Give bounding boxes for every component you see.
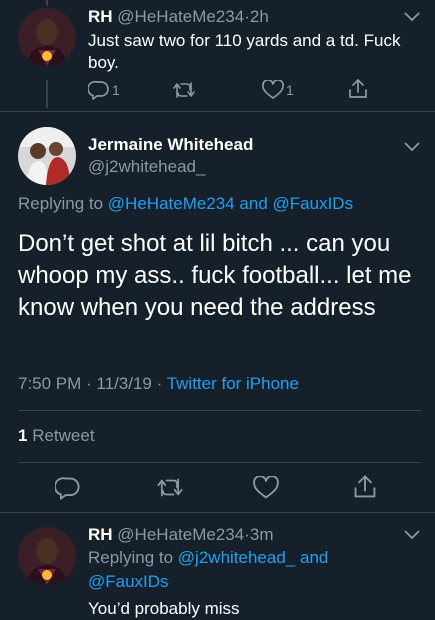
handle[interactable]: @HeHateMe234 xyxy=(117,525,244,544)
share-icon xyxy=(354,475,376,498)
timestamp[interactable]: 3m xyxy=(250,525,274,544)
reply-icon xyxy=(55,477,80,500)
handle[interactable]: @HeHateMe234 xyxy=(117,7,244,26)
tweet-header: RH @HeHateMe234·2h xyxy=(88,6,269,28)
share-icon xyxy=(349,79,367,98)
chevron-down-icon[interactable] xyxy=(403,11,421,23)
retweet-icon xyxy=(173,82,195,98)
divider xyxy=(0,512,435,513)
replying-and: and xyxy=(239,194,268,213)
thread-line xyxy=(46,80,48,108)
display-name[interactable]: Jermaine Whitehead xyxy=(88,135,253,155)
retweet-stats[interactable]: 1 Retweet xyxy=(18,426,95,446)
retweet-button[interactable] xyxy=(156,477,184,498)
like-button[interactable]: 1 xyxy=(262,80,294,100)
avatar[interactable] xyxy=(18,527,76,585)
retweet-button[interactable] xyxy=(172,81,196,99)
mention-link[interactable]: @FauxIDs xyxy=(273,194,354,213)
chevron-down-icon[interactable] xyxy=(403,141,421,153)
reply-count: 1 xyxy=(112,82,120,98)
replying-prefix: Replying to xyxy=(88,548,174,567)
tweet-thread: RH @HeHateMe234·2h Just saw two for 110 … xyxy=(0,0,435,620)
divider xyxy=(18,410,421,411)
like-icon xyxy=(253,476,279,499)
divider xyxy=(18,462,421,463)
chevron-down-icon[interactable] xyxy=(403,529,421,541)
divider xyxy=(0,111,435,112)
avatar[interactable] xyxy=(18,127,76,185)
replying-to: Replying to @j2whitehead_ and @FauxIDs xyxy=(88,546,408,594)
thread-line-top xyxy=(46,0,48,6)
avatar[interactable] xyxy=(18,8,76,66)
tweet-timestamp[interactable]: 7:50 PM · 11/3/19 · xyxy=(18,374,162,393)
tweet-meta: 7:50 PM · 11/3/19 · Twitter for iPhone xyxy=(18,374,299,394)
tweet-text: Just saw two for 110 yards and a td. Fuc… xyxy=(88,31,401,72)
handle[interactable]: @j2whitehead_ xyxy=(88,157,205,177)
mention-link[interactable]: @HeHateMe234 xyxy=(108,194,235,213)
reply-button[interactable] xyxy=(55,476,81,500)
retweet-count: 1 xyxy=(18,426,28,445)
tweet-header: RH @HeHateMe234·3m xyxy=(88,524,273,546)
replying-prefix: Replying to xyxy=(18,194,104,213)
display-name[interactable]: RH xyxy=(88,525,113,544)
tweet-source[interactable]: Twitter for iPhone xyxy=(167,374,299,393)
reply-button[interactable]: 1 xyxy=(88,80,120,100)
timestamp[interactable]: 2h xyxy=(250,7,269,26)
share-button[interactable] xyxy=(352,474,378,500)
reply-icon xyxy=(88,80,109,100)
display-name[interactable]: RH xyxy=(88,7,113,26)
tweet-text: You’d probably miss xyxy=(88,599,240,618)
like-icon xyxy=(262,80,284,99)
like-count: 1 xyxy=(286,82,294,98)
like-button[interactable] xyxy=(253,476,279,500)
replying-and: and xyxy=(299,548,329,567)
retweet-icon xyxy=(157,478,183,497)
tweet-text: Don’t get shot at lil bitch ... can you … xyxy=(18,230,412,321)
retweet-label: Retweet xyxy=(32,426,95,445)
replying-to: Replying to @HeHateMe234 and @FauxIDs xyxy=(18,194,353,214)
mention-link[interactable]: @FauxIDs xyxy=(88,572,169,591)
share-button[interactable] xyxy=(347,78,369,100)
mention-link[interactable]: @j2whitehead_ xyxy=(178,548,295,567)
